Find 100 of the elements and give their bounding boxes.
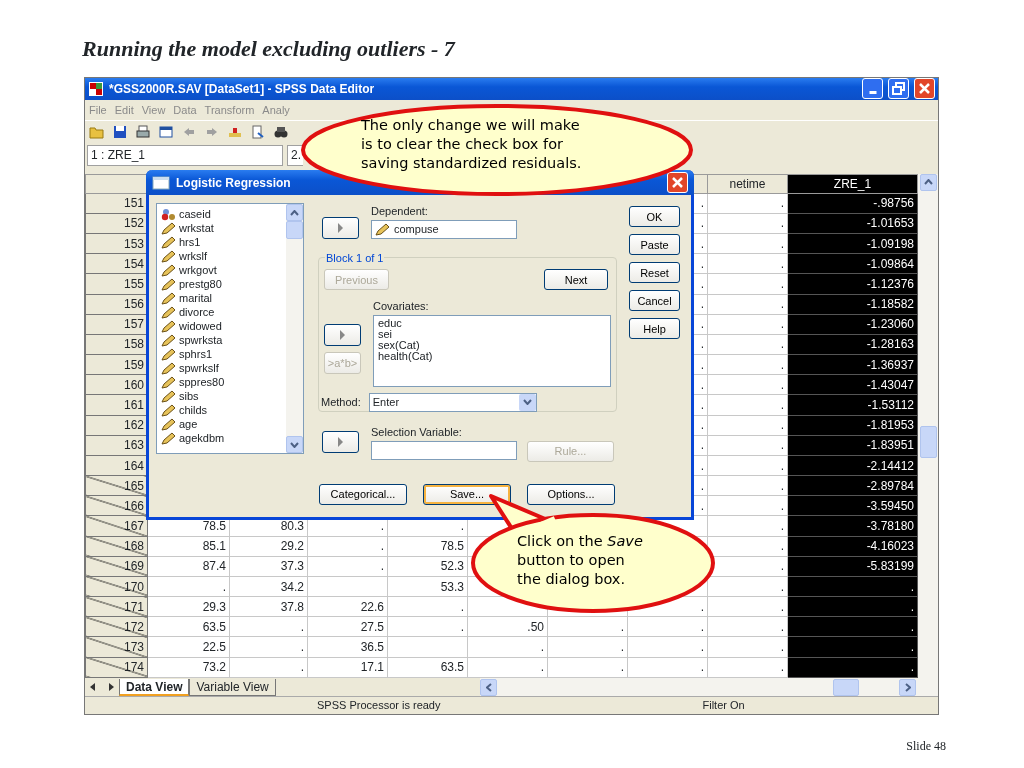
- list-item[interactable]: sphrs1: [179, 347, 213, 361]
- row-number[interactable]: 164: [85, 455, 148, 476]
- table-cell: 36.5: [307, 636, 388, 658]
- row-number[interactable]: 170: [85, 576, 148, 597]
- list-item[interactable]: age: [179, 417, 198, 431]
- dialog-button[interactable]: Help: [629, 318, 680, 339]
- save-icon[interactable]: [112, 123, 128, 140]
- table-cell: .: [707, 213, 788, 234]
- row-number[interactable]: 168: [85, 536, 148, 557]
- list-item[interactable]: agekdbm: [179, 431, 225, 445]
- list-item[interactable]: wrkslf: [179, 249, 208, 263]
- row-number[interactable]: 174: [85, 657, 148, 678]
- table-cell: 17.1: [307, 657, 388, 678]
- table-cell: .: [707, 657, 788, 678]
- list-item[interactable]: health(Cat): [378, 350, 606, 362]
- row-number[interactable]: 163: [85, 435, 148, 456]
- maximize-button[interactable]: [888, 78, 909, 100]
- list-item[interactable]: hrs1: [179, 235, 201, 249]
- pencil-icon: [375, 222, 390, 236]
- close-button[interactable]: [914, 78, 935, 100]
- row-number[interactable]: 159: [85, 354, 148, 375]
- cell-name-field[interactable]: 1 : ZRE_1: [87, 144, 283, 166]
- column-header[interactable]: netime: [707, 174, 788, 194]
- list-item[interactable]: prestg80: [179, 277, 222, 291]
- dialog-button[interactable]: Save...: [423, 483, 511, 505]
- view-tab[interactable]: Data View: [119, 678, 190, 696]
- row-number[interactable]: 155: [85, 273, 148, 295]
- scroll-thumb[interactable]: [833, 678, 859, 696]
- dialog-button[interactable]: Cancel: [629, 290, 680, 311]
- move-button[interactable]: [322, 431, 359, 453]
- list-item[interactable]: educ: [378, 317, 606, 329]
- list-item[interactable]: sex(Cat): [378, 339, 606, 351]
- dialog-button[interactable]: Options...: [527, 483, 615, 505]
- next-button[interactable]: Next: [544, 269, 608, 290]
- row-number[interactable]: 172: [85, 616, 148, 637]
- dialog-button[interactable]: Paste: [629, 234, 680, 255]
- list-item[interactable]: caseid: [179, 207, 211, 221]
- list-item[interactable]: wrkstat: [179, 221, 214, 235]
- variables-icon[interactable]: [250, 123, 266, 140]
- list-item[interactable]: spwrkslf: [179, 361, 219, 375]
- minimize-icon: [868, 91, 877, 95]
- row-number[interactable]: 158: [85, 334, 148, 355]
- row-number[interactable]: 160: [85, 374, 148, 395]
- list-item[interactable]: widowed: [179, 319, 222, 333]
- list-item[interactable]: sppres80: [179, 375, 225, 389]
- covariates-list[interactable]: educ sei sex(Cat) health(Cat): [373, 314, 611, 387]
- table-cell: .: [307, 536, 388, 557]
- table-cell: .: [547, 657, 628, 678]
- print-icon[interactable]: [135, 123, 151, 140]
- selection-field[interactable]: [371, 440, 517, 460]
- dialog-button[interactable]: Categorical...: [319, 483, 407, 505]
- row-number[interactable]: 162: [85, 415, 148, 436]
- row-number[interactable]: 153: [85, 233, 148, 254]
- table-cell: 22.5: [147, 636, 230, 658]
- callout-text: Click on the Save button to open the dialog box.: [517, 532, 644, 589]
- scroll-thumb[interactable]: [919, 425, 937, 458]
- row-number[interactable]: 161: [85, 394, 148, 416]
- row-number[interactable]: 151: [85, 193, 148, 214]
- row-number[interactable]: 167: [85, 515, 148, 537]
- row-number[interactable]: 152: [85, 213, 148, 234]
- method-dropdown[interactable]: Enter: [368, 392, 537, 412]
- row-number[interactable]: 166: [85, 495, 148, 516]
- move-button[interactable]: [324, 324, 361, 346]
- table-cell: .: [707, 455, 788, 476]
- column-header[interactable]: ZRE_1: [787, 174, 918, 194]
- list-item[interactable]: spwrksta: [179, 333, 223, 347]
- table-cell: .: [627, 636, 708, 658]
- vertical-scrollbar[interactable]: [918, 173, 938, 679]
- list-item[interactable]: childs: [179, 403, 208, 417]
- list-item[interactable]: sibs: [179, 389, 199, 403]
- minimize-button[interactable]: [862, 78, 883, 100]
- scroll-thumb[interactable]: [286, 221, 303, 239]
- list-item[interactable]: marital: [179, 291, 212, 305]
- dialog-button[interactable]: Reset: [629, 262, 680, 283]
- variable-list[interactable]: caseid wrkstat hrs1 wrkslf wrkgovt prestg80 marital divorce widowed spwrksta sphrs1 spwrkslf sppres80 sibs childs age agekdbm: [156, 203, 304, 454]
- dialog-button[interactable]: OK: [629, 206, 680, 227]
- pencil-icon: [161, 403, 176, 417]
- list-item[interactable]: divorce: [179, 305, 215, 319]
- row-number[interactable]: 157: [85, 314, 148, 335]
- view-tab[interactable]: Variable View: [189, 678, 276, 696]
- table-cell: 37.3: [229, 556, 308, 577]
- row-number[interactable]: 154: [85, 253, 148, 274]
- scroll-left-icon: [485, 682, 492, 692]
- close-button[interactable]: [667, 172, 688, 193]
- dependent-field[interactable]: compuse: [371, 219, 517, 239]
- move-button[interactable]: [322, 217, 359, 239]
- table-cell: .: [229, 616, 308, 637]
- table-cell: 37.8: [229, 596, 308, 617]
- horizontal-scrollbar[interactable]: [480, 678, 938, 697]
- list-item[interactable]: sei: [378, 328, 606, 340]
- dialog-icon[interactable]: [158, 123, 174, 140]
- cell-value-field[interactable]: 2.: [287, 144, 303, 166]
- row-number[interactable]: 173: [85, 636, 148, 658]
- table-cell: 78.5: [387, 536, 468, 557]
- row-number[interactable]: 156: [85, 294, 148, 315]
- list-item[interactable]: wrkgovt: [179, 263, 217, 277]
- row-number[interactable]: 169: [85, 556, 148, 577]
- row-number[interactable]: 165: [85, 475, 148, 496]
- row-number[interactable]: 171: [85, 596, 148, 617]
- list-scrollbar[interactable]: [286, 204, 303, 453]
